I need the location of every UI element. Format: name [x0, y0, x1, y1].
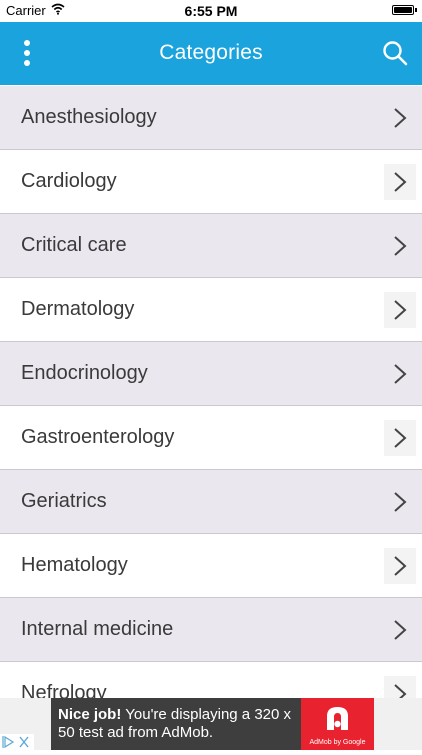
chevron-right-icon: [384, 676, 416, 698]
category-label: Cardiology: [21, 170, 117, 192]
battery-icon: [392, 5, 417, 15]
ad-banner[interactable]: Nice job! You're displaying a 320 x 50 t…: [0, 698, 422, 750]
ad-content[interactable]: Nice job! You're displaying a 320 x 50 t…: [51, 698, 374, 750]
category-label: Gastroenterology: [21, 426, 175, 448]
adchoices-icon[interactable]: [0, 734, 34, 750]
category-row-endocrinology[interactable]: Endocrinology: [0, 342, 422, 406]
admob-icon: [327, 707, 348, 730]
category-label: Geriatrics: [21, 490, 107, 512]
ad-headline: Nice job!: [58, 706, 122, 723]
category-row-critical-care[interactable]: Critical care: [0, 214, 422, 278]
status-bar: Carrier 6:55 PM: [0, 0, 422, 22]
category-label: Nefrology: [21, 682, 107, 698]
category-label: Anesthesiology: [21, 106, 157, 128]
chevron-right-icon: [384, 484, 416, 520]
nav-bar: Categories: [0, 22, 422, 85]
chevron-right-icon: [384, 228, 416, 264]
chevron-right-icon: [384, 612, 416, 648]
category-label: Endocrinology: [21, 362, 148, 384]
category-row-anesthesiology[interactable]: Anesthesiology: [0, 86, 422, 150]
page-title: Categories: [159, 41, 263, 64]
ad-byline: AdMob by Google: [309, 739, 366, 746]
ad-text: Nice job! You're displaying a 320 x 50 t…: [58, 706, 303, 742]
admob-logo: AdMob by Google: [301, 698, 374, 750]
category-list: Anesthesiology Cardiology Critical care …: [0, 86, 422, 698]
category-label: Dermatology: [21, 298, 135, 320]
clock: 6:55 PM: [184, 3, 238, 19]
category-row-hematology[interactable]: Hematology: [0, 534, 422, 598]
category-label: Internal medicine: [21, 618, 174, 640]
category-row-geriatrics[interactable]: Geriatrics: [0, 470, 422, 534]
category-label: Hematology: [21, 554, 128, 576]
chevron-right-icon: [384, 548, 416, 584]
chevron-right-icon: [384, 164, 416, 200]
chevron-right-icon: [384, 356, 416, 392]
chevron-right-icon: [384, 292, 416, 328]
category-row-internal-medicine[interactable]: Internal medicine: [0, 598, 422, 662]
category-row-gastroenterology[interactable]: Gastroenterology: [0, 406, 422, 470]
chevron-right-icon: [384, 100, 416, 136]
chevron-right-icon: [384, 420, 416, 456]
category-row-nefrology[interactable]: Nefrology: [0, 662, 422, 698]
category-row-cardiology[interactable]: Cardiology: [0, 150, 422, 214]
search-icon[interactable]: [382, 40, 408, 66]
category-label: Critical care: [21, 234, 127, 256]
category-row-dermatology[interactable]: Dermatology: [0, 278, 422, 342]
